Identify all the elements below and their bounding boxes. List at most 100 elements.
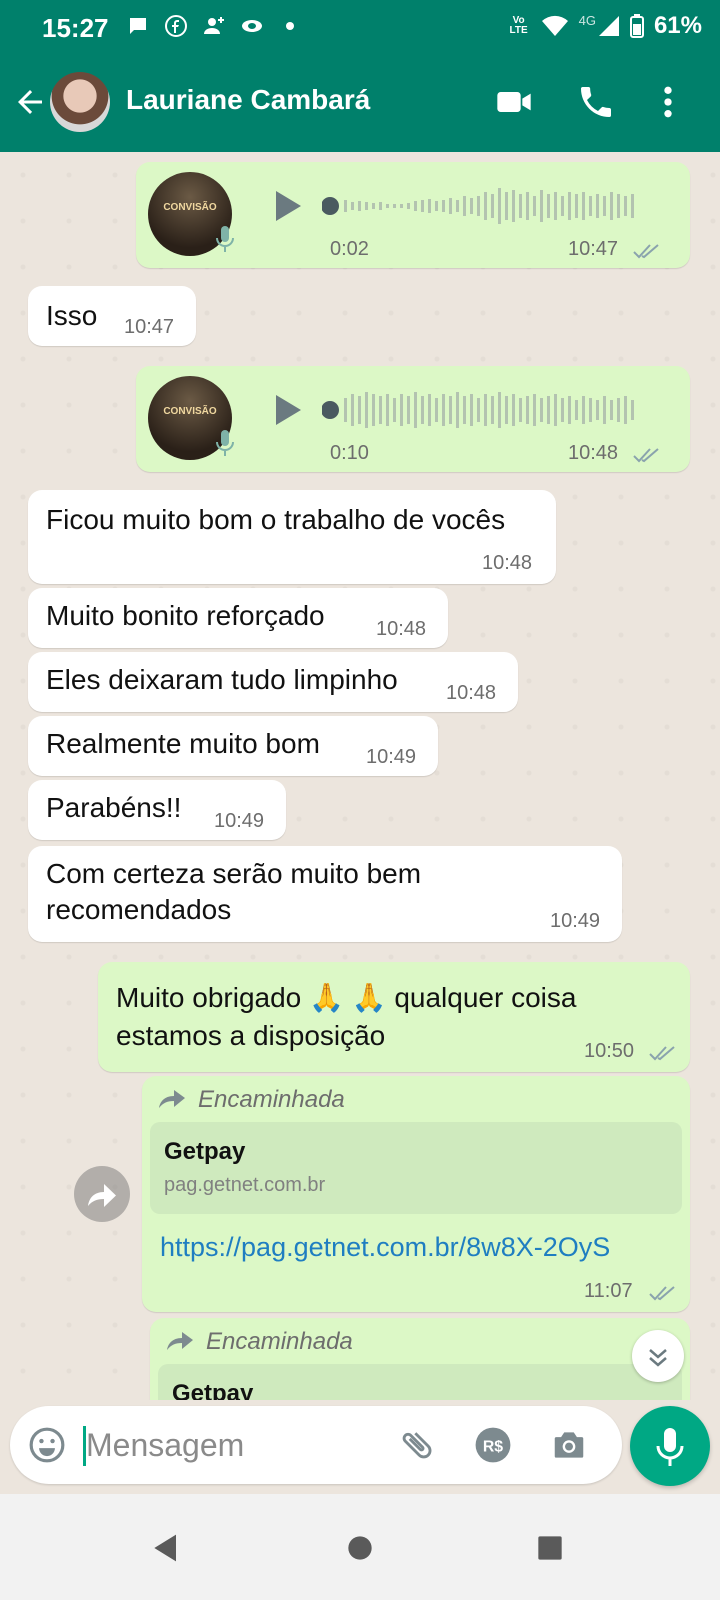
message-time: 10:48 bbox=[446, 682, 497, 704]
facebook-icon bbox=[164, 14, 188, 38]
message-text: Com certeza serão muito bem bbox=[46, 858, 422, 889]
forward-icon bbox=[159, 1090, 185, 1108]
message-text: Muito bonito reforçado bbox=[46, 600, 325, 631]
voice-waveform[interactable] bbox=[322, 388, 652, 432]
double-check-icon bbox=[633, 244, 659, 259]
message-text: Ficou muito bom o trabalho de vocês bbox=[46, 504, 506, 535]
emoji-icon[interactable] bbox=[28, 1426, 66, 1464]
mic-icon bbox=[656, 1428, 684, 1466]
signal-icon bbox=[598, 16, 619, 36]
message-text-line2: recomendados bbox=[46, 894, 232, 925]
message-in[interactable]: Isso 10:47 bbox=[28, 286, 196, 346]
avatar[interactable] bbox=[50, 72, 110, 132]
message-text-part: Muito obrigado bbox=[116, 982, 302, 1013]
link-preview-card[interactable]: Getpay bbox=[158, 1364, 682, 1400]
voice-waveform[interactable] bbox=[322, 184, 652, 228]
mic-icon bbox=[216, 226, 234, 252]
wifi-icon bbox=[541, 15, 568, 36]
volte-indicator: Vo LTE bbox=[509, 15, 528, 36]
voice-message-out[interactable]: CONVISÃO 0:02 10:47 bbox=[136, 162, 690, 268]
message-in[interactable]: Eles deixaram tudo limpinho 10:48 bbox=[28, 652, 518, 712]
message-text: Muito obrigado 🙏 🙏 qualquer coisa bbox=[116, 980, 576, 1016]
chat-header: Lauriane Cambará bbox=[0, 60, 720, 144]
nav-home-icon[interactable] bbox=[340, 1528, 380, 1568]
link-preview-title: Getpay bbox=[172, 1380, 254, 1400]
nav-recents-icon[interactable] bbox=[530, 1528, 570, 1568]
share-button[interactable] bbox=[74, 1166, 130, 1222]
double-check-icon bbox=[633, 448, 659, 463]
notification-icons bbox=[126, 14, 302, 38]
message-time: 11:07 bbox=[584, 1280, 633, 1302]
play-icon[interactable] bbox=[266, 390, 306, 430]
message-text-part: qualquer coisa bbox=[394, 982, 577, 1013]
message-text: Eles deixaram tudo limpinho bbox=[46, 664, 398, 695]
scroll-to-bottom-button[interactable] bbox=[632, 1330, 684, 1382]
mic-icon bbox=[216, 430, 234, 456]
nav-back-icon[interactable] bbox=[146, 1528, 186, 1568]
message-in[interactable]: Realmente muito bom 10:49 bbox=[28, 716, 438, 776]
message-time: 10:48 bbox=[376, 618, 427, 640]
payment-icon[interactable]: R$ bbox=[474, 1426, 512, 1464]
message-composer: R$ bbox=[10, 1406, 622, 1484]
message-out[interactable]: Muito obrigado 🙏 🙏 qualquer coisa estamo… bbox=[98, 962, 690, 1072]
svg-text:R$: R$ bbox=[483, 1438, 503, 1455]
chevron-double-down-icon bbox=[649, 1349, 667, 1367]
add-contact-icon bbox=[202, 14, 226, 38]
message-time: 10:49 bbox=[214, 810, 265, 832]
link-preview-domain: pag.getnet.com.br bbox=[164, 1174, 326, 1196]
status-time: 15:27 bbox=[42, 13, 109, 43]
link-preview-card[interactable]: Getpay pag.getnet.com.br bbox=[150, 1122, 682, 1214]
forwarded-label: Encaminhada bbox=[206, 1328, 353, 1355]
status-bar: 15:27 Vo LTE 4G 61% bbox=[0, 0, 720, 56]
voice-record-button[interactable] bbox=[630, 1406, 710, 1486]
message-link[interactable]: https://pag.getnet.com.br/8w8X-2OyS bbox=[160, 1232, 610, 1263]
attach-icon[interactable] bbox=[398, 1426, 436, 1464]
message-in[interactable]: Ficou muito bom o trabalho de vocês 10:4… bbox=[28, 490, 556, 584]
system-nav-bar bbox=[0, 1494, 720, 1600]
message-time: 10:48 bbox=[482, 552, 533, 574]
chat-notification-icon bbox=[126, 14, 150, 38]
message-in[interactable]: Com certeza serão muito bem recomendados… bbox=[28, 846, 622, 942]
forwarded-message-out[interactable]: Encaminhada Getpay pag.getnet.com.br htt… bbox=[142, 1076, 690, 1312]
share-icon bbox=[88, 1184, 116, 1207]
message-time: 10:47 bbox=[568, 238, 619, 260]
voice-duration: 0:02 bbox=[330, 238, 369, 260]
message-text: Isso bbox=[46, 300, 98, 331]
chat-area[interactable]: CONVISÃO 0:02 10:47 Isso 10:47 CONVISÃO bbox=[0, 152, 720, 1400]
message-input[interactable] bbox=[86, 1420, 386, 1470]
message-text: Parabéns!! bbox=[46, 792, 182, 823]
video-call-icon[interactable] bbox=[494, 82, 534, 122]
message-time: 10:49 bbox=[550, 910, 601, 932]
forward-icon bbox=[167, 1332, 193, 1350]
link-preview-title: Getpay bbox=[164, 1138, 246, 1165]
more-vert-icon[interactable] bbox=[648, 82, 688, 122]
battery-icon bbox=[629, 14, 644, 38]
message-text-line2: estamos a disposição bbox=[116, 1020, 386, 1051]
battery-level: 61% bbox=[653, 12, 702, 39]
thumbnail-brand-text: CONVISÃO bbox=[163, 202, 217, 213]
double-check-icon bbox=[649, 1046, 675, 1061]
camera-icon[interactable] bbox=[550, 1426, 588, 1464]
message-time: 10:48 bbox=[568, 442, 619, 464]
message-time: 10:49 bbox=[366, 746, 417, 768]
message-in[interactable]: Parabéns!! 10:49 bbox=[28, 780, 286, 840]
voice-message-out[interactable]: CONVISÃO 0:10 10:48 bbox=[136, 366, 690, 472]
message-text: Realmente muito bom bbox=[46, 728, 320, 759]
phone-icon[interactable] bbox=[576, 82, 616, 122]
network-type: 4G bbox=[578, 12, 596, 28]
forwarded-label: Encaminhada bbox=[198, 1086, 345, 1113]
contact-name[interactable]: Lauriane Cambará bbox=[126, 84, 370, 116]
app-header: 15:27 Vo LTE 4G 61% Lauriane Cambará bbox=[0, 0, 720, 152]
message-time: 10:47 bbox=[124, 316, 175, 338]
play-icon[interactable] bbox=[266, 186, 306, 226]
pray-emoji: 🙏 🙏 bbox=[309, 982, 387, 1013]
double-check-icon bbox=[649, 1286, 675, 1301]
message-in[interactable]: Muito bonito reforçado 10:48 bbox=[28, 588, 448, 648]
more-notifications-dot-icon bbox=[278, 14, 302, 38]
thumbnail-brand-text: CONVISÃO bbox=[163, 406, 217, 417]
voice-duration: 0:10 bbox=[330, 442, 369, 464]
status-right: Vo LTE 4G 61% bbox=[507, 12, 702, 40]
back-arrow-icon[interactable] bbox=[12, 84, 48, 120]
message-time: 10:50 bbox=[584, 1040, 635, 1062]
forwarded-message-out[interactable]: Encaminhada Getpay bbox=[150, 1318, 690, 1400]
